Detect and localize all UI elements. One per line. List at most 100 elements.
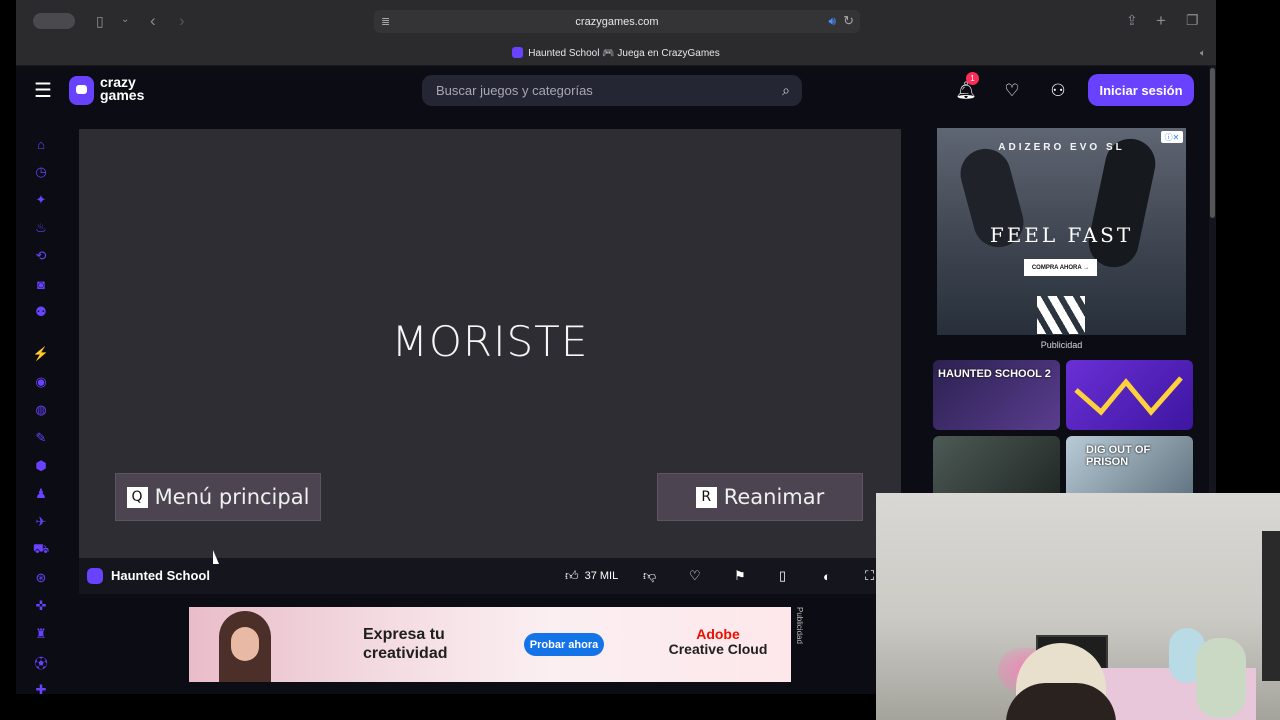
key-q: Q	[126, 486, 148, 508]
chess-icon[interactable]: ♜	[33, 626, 49, 642]
main-menu-label: Menú principal	[154, 485, 310, 509]
tab-audio-icon[interactable]: 🔈︎	[1200, 48, 1206, 59]
game-logo-icon	[87, 568, 103, 584]
category-sidebar: ⌂ ◷ ✦ ♨ ⟲ ◙ ⚉ ⚡ ◉ ◍ ✎ ⬢ ♟ ✈ ⛟ ⊛ ✜ ♜ ⚽︎ ✚	[16, 116, 66, 694]
home-icon[interactable]: ⌂	[33, 136, 49, 152]
audio-playing-icon[interactable]: 🔊︎	[828, 14, 836, 29]
bike-icon[interactable]: ⬢	[33, 458, 49, 474]
webcam-overlay	[876, 493, 1280, 720]
thumbs-down-icon: 👎︎	[643, 568, 657, 583]
window-control-pill[interactable]	[33, 13, 75, 29]
ad-slogan: FEEL FAST	[989, 223, 1134, 247]
search-input[interactable]	[422, 75, 802, 106]
ad-info-icon[interactable]: ⓘ✕	[1161, 131, 1183, 143]
chevron-down-icon[interactable]: ⌄	[121, 14, 129, 25]
cam-person	[1196, 638, 1246, 718]
updated-icon[interactable]: ⟲	[33, 248, 49, 264]
ad-product-name: ADIZERO EVO SL	[998, 142, 1125, 153]
tabs-overview-icon[interactable]: ❐	[1186, 12, 1199, 29]
screen: ▯ ⌄ ‹ › ≣ crazygames.com 🔊︎ ↻ ⇪ + ❐ Haun…	[0, 0, 1280, 720]
address-bar[interactable]: ≣ crazygames.com 🔊︎ ↻	[374, 10, 860, 33]
revive-button[interactable]: R Reanimar	[657, 473, 863, 521]
flag-icon: ⚑	[734, 568, 746, 583]
friends-button[interactable]: ⚇	[1042, 76, 1074, 106]
favorites-button[interactable]: ♡	[996, 76, 1028, 106]
like-button[interactable]: 👍︎ 37 MIL	[565, 566, 618, 586]
action-icon[interactable]: ⚡	[33, 346, 49, 362]
dislike-button[interactable]: 👎︎	[643, 566, 656, 586]
key-r: R	[695, 486, 717, 508]
ad-headline: Expresa tu creatividad	[363, 626, 448, 662]
forward-icon[interactable]: ›	[179, 11, 185, 31]
adidas-logo	[1037, 296, 1085, 334]
ad-brand: Adobe Creative Cloud	[663, 627, 773, 657]
logo-text[interactable]: crazy games	[100, 75, 145, 103]
ad-buy-button[interactable]: COMPRA AHORA →	[1024, 259, 1097, 276]
url-text: crazygames.com	[575, 15, 659, 28]
report-button[interactable]: ⚑	[734, 566, 746, 586]
heart-icon: ♡	[1004, 81, 1020, 100]
game-thumbnail-haunted-school-2[interactable]: HAUNTED SCHOOL 2	[933, 360, 1060, 430]
search-icon[interactable]: ⌕	[782, 82, 790, 99]
notifications-button[interactable]: 🔔︎ 1	[950, 72, 982, 106]
controller-icon[interactable]: ✜	[33, 598, 49, 614]
driving-icon[interactable]: ⛟	[33, 541, 49, 558]
death-message: MORISTE	[391, 317, 589, 366]
game-thumbnail[interactable]	[1066, 360, 1193, 430]
ad-label: Publicidad	[1040, 340, 1083, 350]
adventure-icon[interactable]: ◉	[33, 374, 49, 390]
search-box: ⌕	[422, 75, 802, 106]
racing-icon[interactable]: ⊛	[33, 570, 49, 586]
fullscreen-icon: ⛶	[865, 568, 875, 583]
favorite-game-button[interactable]: ♡	[689, 566, 701, 586]
theater-button[interactable]: ◐	[823, 566, 831, 586]
scrollbar-thumb[interactable]	[1210, 68, 1215, 218]
ad-brand-line-1: Adobe	[696, 626, 740, 642]
ad-label-vertical: Publicidad	[795, 607, 804, 644]
mobile-button[interactable]: ▯	[779, 566, 786, 586]
main-menu-button[interactable]: Q Menú principal	[115, 473, 321, 521]
bottom-advertisement[interactable]: Expresa tu creatividad Probar ahora Adob…	[189, 607, 791, 682]
ad-brand-line-2: Creative Cloud	[668, 641, 768, 657]
tab-title-text: Haunted School 🎮 Juega en CrazyGames	[528, 48, 720, 59]
new-tab-icon[interactable]: +	[1156, 11, 1166, 31]
active-tab[interactable]: Haunted School 🎮 Juega en CrazyGames	[16, 47, 1216, 59]
theater-icon: ◐	[823, 568, 831, 584]
sidebar-icon[interactable]: ▯	[96, 13, 104, 30]
puzzle-icon[interactable]: ✚	[33, 682, 49, 694]
site-header: ☰ crazy games ⌕ 🔔︎ 1 ♡ ⚇ Iniciar sesión	[16, 66, 1216, 116]
game-info-bar: Haunted School 👍︎ 37 MIL 👎︎ ♡ ⚑ ▯ ◐ ⛶	[79, 558, 901, 594]
trending-icon[interactable]: ♨	[33, 220, 49, 236]
revive-label: Reanimar	[723, 485, 825, 509]
new-icon[interactable]: ✦	[33, 192, 49, 208]
login-button[interactable]: Iniciar sesión	[1088, 74, 1194, 106]
soccer-icon[interactable]: ⚽︎	[33, 654, 49, 671]
fullscreen-button[interactable]: ⛶	[865, 566, 874, 586]
cooking-icon[interactable]: ✈	[33, 514, 49, 530]
reload-icon[interactable]: ↻	[843, 13, 854, 29]
ad-model-face	[231, 627, 259, 661]
recent-icon[interactable]: ◷	[33, 164, 49, 180]
thumbs-up-icon: 👍︎	[565, 568, 579, 583]
page-menu-icon[interactable]: ≣	[381, 15, 390, 28]
cam-doorway	[1262, 531, 1280, 681]
phone-icon: ▯	[779, 568, 787, 583]
menu-icon[interactable]: ☰	[34, 81, 52, 101]
sidebar-advertisement[interactable]: ADIZERO EVO SL FEEL FAST COMPRA AHORA → …	[937, 128, 1186, 335]
ad-cta-button[interactable]: Probar ahora	[524, 633, 604, 656]
game-title: Haunted School	[111, 568, 210, 583]
back-icon[interactable]: ‹	[150, 11, 156, 31]
basketball-icon[interactable]: ◍	[33, 402, 49, 418]
originals-icon[interactable]: ◙	[33, 276, 49, 292]
beauty-icon[interactable]: ✎	[33, 430, 49, 446]
browser-toolbar: ▯ ⌄ ‹ › ≣ crazygames.com 🔊︎ ↻ ⇪ + ❐ Haun…	[16, 0, 1216, 66]
game-canvas[interactable]: MORISTE Q Menú principal R Reanimar	[79, 129, 901, 558]
crazygames-logo[interactable]	[69, 76, 94, 105]
share-icon[interactable]: ⇪	[1126, 12, 1138, 29]
zigzag-art	[1074, 376, 1183, 416]
multiplayer-icon[interactable]: ⚉	[33, 304, 49, 320]
clicker-icon[interactable]: ♟	[33, 486, 49, 502]
heart-icon: ♡	[689, 568, 701, 583]
logo-line-2: games	[100, 87, 145, 103]
mouse-cursor	[213, 550, 219, 564]
